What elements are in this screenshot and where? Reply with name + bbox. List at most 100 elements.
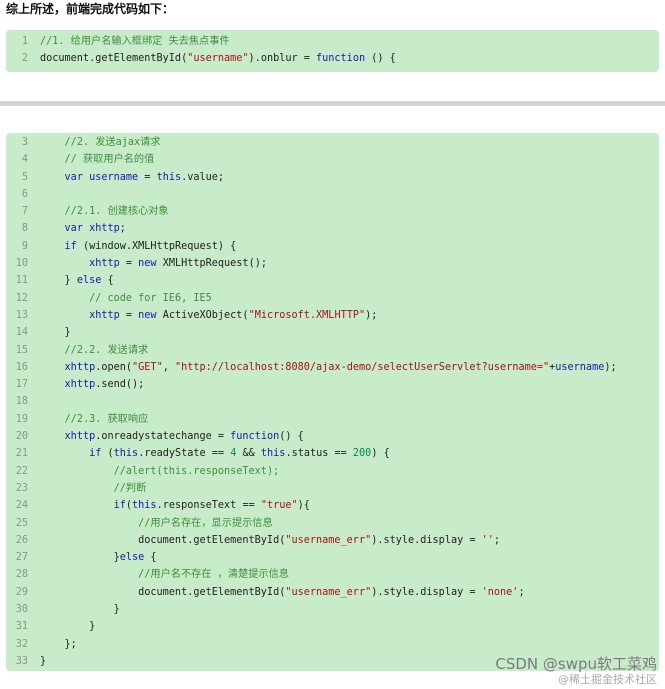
code-token: }	[40, 604, 120, 616]
code-token: (window.XMLHttpRequest) {	[76, 240, 237, 252]
code-token: var	[64, 223, 83, 235]
code-token: else	[76, 275, 102, 287]
code-token: //判断	[113, 482, 147, 494]
code-token: }	[40, 655, 47, 667]
line-number: 13	[15, 309, 28, 321]
line-number: 10	[15, 258, 28, 270]
code-token: .responseText ==	[156, 500, 261, 512]
code-token: username	[89, 171, 139, 183]
code-token: 200	[352, 448, 372, 460]
line-number: 30	[15, 604, 28, 616]
code-token: ;	[119, 223, 126, 235]
code-token: document.getElementById(	[40, 586, 286, 598]
code-line: 3 //2. 发送ajax请求	[6, 134, 659, 151]
line-number: 1	[21, 36, 28, 47]
line-number: 23	[15, 482, 28, 494]
code-token: if	[64, 240, 77, 252]
code-token: username	[555, 361, 605, 373]
watermark-juejin: @稀土掘金技术社区	[558, 673, 657, 686]
code-token: xhttp	[89, 309, 120, 321]
code-line: 16 xhttp.open("GET", "http://localhost:8…	[6, 359, 659, 376]
code-token: (	[101, 448, 114, 460]
code-token: );	[365, 309, 378, 321]
code-line: 17 xhttp.send();	[6, 376, 659, 393]
code-token: .open(	[95, 361, 133, 373]
code-token: function	[230, 431, 280, 443]
line-number: 11	[15, 275, 28, 287]
line-number: 17	[15, 379, 28, 391]
code-block-top: 1 //1. 给用户名输入框绑定 失去焦点事件 2 document.getEleme…	[6, 30, 659, 72]
code-line: 25 //用户名存在，显示提示信息	[6, 515, 659, 532]
code-token: //2.2. 发送请求	[64, 344, 149, 356]
code-line: 31 }	[6, 618, 659, 635]
code-token: //2.1. 创建核心对象	[64, 206, 169, 218]
code-token: );	[604, 361, 617, 373]
code-line: 5 var username = this.value;	[6, 169, 659, 186]
line-number: 19	[15, 413, 28, 425]
section-divider	[0, 101, 665, 106]
code-line: 9 if (window.XMLHttpRequest) {	[6, 238, 659, 255]
code-token: //2.3. 获取响应	[64, 413, 149, 425]
code-token: ).style.display =	[371, 534, 482, 546]
line-number: 16	[15, 361, 28, 373]
code-token: .send();	[95, 379, 145, 391]
code-token: .status ==	[285, 448, 353, 460]
code-line: 7 //2.1. 创建核心对象	[6, 203, 659, 220]
code-line: 4 // 获取用户名的值	[6, 151, 659, 168]
code-token: }	[40, 275, 77, 287]
code-line: 30 }	[6, 601, 659, 618]
code-line: 26 document.getElementById("username_err…	[6, 532, 659, 549]
code-token: ActiveXObject(	[156, 309, 249, 321]
code-token: xhttp	[64, 431, 96, 443]
code-token: {	[144, 552, 157, 564]
code-token: "true"	[260, 500, 298, 512]
code-token: ;	[518, 586, 525, 598]
code-token: ).style.display =	[371, 586, 482, 598]
code-token: // 获取用户名的值	[64, 154, 155, 166]
code-line: 23 //判断	[6, 480, 659, 497]
code-token: document.getElementById(	[40, 534, 286, 546]
code-token: ,	[162, 361, 175, 373]
code-line: 21 if (this.readyState == 4 && this.stat…	[6, 445, 659, 462]
code-line: 32 };	[6, 636, 659, 653]
code-line: 27 }else {	[6, 549, 659, 566]
line-number: 14	[15, 327, 28, 339]
code-line: 1 //1. 给用户名输入框绑定 失去焦点事件	[6, 33, 659, 50]
code-token: {	[101, 275, 114, 287]
code-token: "username"	[187, 53, 249, 65]
code-token: }	[40, 552, 120, 564]
code-token: &&	[236, 448, 261, 460]
code-line: 8 var xhttp;	[6, 220, 659, 237]
code-token: };	[40, 638, 77, 650]
line-number: 9	[21, 240, 28, 252]
code-token: this	[132, 500, 157, 512]
code-token: ''	[481, 534, 494, 546]
line-number: 7	[21, 206, 28, 218]
line-number: 15	[15, 344, 28, 356]
code-token: //alert(this.responseText);	[113, 465, 280, 477]
code-line: 2 document.getElementById("username").onb…	[6, 50, 659, 67]
code-token: () {	[365, 53, 396, 65]
code-token: ) {	[371, 448, 390, 460]
watermark: CSDN @swpu软工菜鸡 @稀土掘金技术社区	[495, 655, 657, 687]
watermark-csdn: CSDN @swpu软工菜鸡	[495, 655, 657, 673]
line-number: 31	[15, 621, 28, 633]
code-token: document.getElementById(	[40, 53, 188, 65]
code-line: 18	[6, 393, 659, 410]
code-line: 14 }	[6, 324, 659, 341]
code-token: xhttp	[64, 361, 96, 373]
code-token: () {	[279, 431, 304, 443]
line-number: 12	[15, 292, 28, 304]
code-line: 29 document.getElementById("username_err…	[6, 584, 659, 601]
